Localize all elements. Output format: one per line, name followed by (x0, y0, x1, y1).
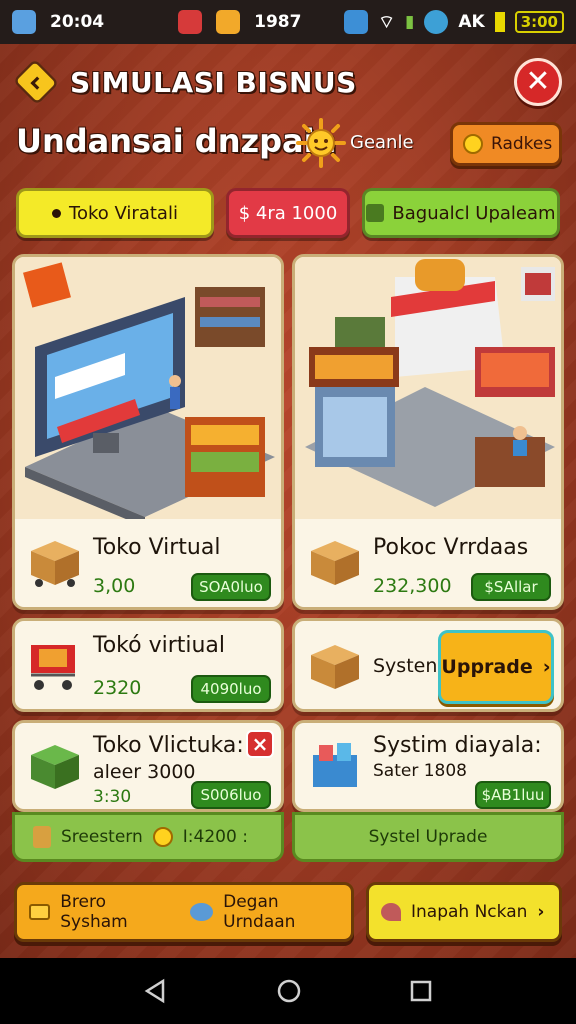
rewards-label: Radkes (491, 134, 553, 154)
coin-icon (152, 827, 173, 847)
signal-icon: ▮ (404, 12, 415, 32)
strip-value: I:4200 : (182, 827, 248, 847)
wifi-icon: ⌔ (378, 11, 395, 33)
back-button[interactable] (12, 58, 60, 106)
system-nav-bar (0, 958, 576, 1024)
business-system-button[interactable]: Brero Sysham Degan Urndaan (14, 882, 354, 942)
system-title: Systim diayala: (373, 733, 542, 758)
store-card-detail[interactable]: Toko Vlictuka: aleer 3000 3:30 S006luo (12, 720, 284, 812)
nine-app-icon (344, 10, 369, 34)
store-subtitle: aleer 3000 (93, 761, 196, 783)
rewards-button[interactable]: Radkes (450, 122, 562, 166)
heart-icon (381, 903, 401, 921)
page-subtitle: Undansai dnzpaia (16, 122, 337, 160)
chevron-right-icon: › (542, 656, 551, 678)
store-card-right[interactable]: Pokoc Vrrdaas 232,300 $SAllar (292, 254, 564, 610)
store-card-left[interactable]: Toko Virtual 3,00 SOA0luo (12, 254, 284, 610)
sun-icon (296, 118, 346, 168)
store-value: 3:30 (93, 787, 132, 807)
package-icon (311, 645, 359, 689)
price-pill[interactable]: $AB1luu (475, 781, 551, 809)
store-title: Tokó virtiual (93, 633, 226, 658)
button-label: Brero Sysham (60, 892, 128, 932)
home-circle-icon[interactable] (276, 978, 302, 1004)
strip-text: Systel Uprade (368, 827, 488, 847)
package-icon (31, 541, 79, 587)
system-upgrade-strip[interactable]: Systel Uprade (292, 812, 564, 862)
store-title: Toko Virtual (93, 535, 221, 560)
box-icon (366, 204, 385, 222)
system-detail-card[interactable]: Systim diayala: Sater 1808 $AB1luu (292, 720, 564, 812)
piggy-bank-icon (190, 903, 214, 921)
price-pill[interactable]: SOA0luo (191, 573, 271, 601)
store-value: 232,300 (373, 575, 452, 597)
coin-stack-icon (33, 826, 51, 848)
system-subtitle: Sater 1808 (373, 761, 467, 781)
upgrade-label: Upprade (441, 656, 533, 678)
stack-icon (12, 10, 36, 34)
game-title: SIMULASI BISNUS (70, 66, 357, 99)
tab-money[interactable]: $ 4ra 1000 (226, 188, 350, 238)
close-button[interactable]: ✕ (514, 58, 562, 106)
earnings-strip[interactable]: Sreestern I:4200 : (12, 812, 284, 862)
sun-label: Geanle (350, 132, 414, 153)
system-label: Systen (373, 655, 438, 677)
battery-icon (494, 12, 505, 32)
package-icon (311, 541, 359, 585)
tab-label: Bagualcl Upaleam (392, 202, 556, 224)
button-label: Inapah Nckan (411, 902, 528, 922)
price-pill[interactable]: 4090luo (191, 675, 271, 703)
virtual-store-scene (15, 257, 281, 519)
coin-icon (463, 134, 483, 154)
button-label: Degan Urndaan (223, 892, 296, 932)
dot-icon (52, 208, 62, 218)
gold-bar-icon (29, 904, 51, 920)
price-pill[interactable]: S006luo (191, 781, 271, 809)
store-title: Toko Vlictuka: (93, 733, 244, 758)
chevron-left-icon (30, 76, 44, 90)
game-screen: SIMULASI BISNUS ✕ Undansai dnzpaia Geanl… (0, 44, 576, 958)
chevron-right-icon: › (537, 902, 545, 922)
status-time: 20:04 (50, 12, 105, 32)
store-title: Pokoc Vrrdaas (373, 535, 529, 560)
upgrade-button[interactable]: Upprade › (438, 630, 554, 704)
tab-upgrade[interactable]: Bagualcl Upaleam (362, 188, 560, 238)
next-button[interactable]: Inapah Nckan › (366, 882, 562, 942)
close-card-button[interactable]: × (246, 730, 274, 758)
shop-street-scene (295, 257, 561, 519)
status-clock: 3:00 (514, 11, 564, 33)
store-value: 2320 (93, 677, 142, 699)
tab-toko-virtual[interactable]: Toko Viratali (16, 188, 214, 238)
status-bar: 20:04 1987 ⌔ ▮ AK 3:00 (0, 0, 576, 44)
bluetooth-icon (424, 10, 449, 34)
back-triangle-icon[interactable] (143, 978, 169, 1004)
price-pill[interactable]: $SAllar (471, 573, 551, 601)
store-card-small[interactable]: Tokó virtiual 2320 4090luo (12, 618, 284, 712)
storage-bin-icon (313, 743, 357, 787)
shopping-cart-icon (31, 645, 75, 690)
tab-label: $ 4ra 1000 (238, 202, 338, 224)
store-value: 3,00 (93, 575, 136, 597)
tab-label: Toko Viratali (69, 202, 178, 224)
strip-text: Sreestern (61, 827, 143, 847)
status-label: AK (458, 12, 485, 32)
green-crate-icon (31, 745, 79, 789)
shield-icon (216, 10, 241, 34)
status-value: 1987 (254, 12, 302, 32)
recents-square-icon[interactable] (409, 979, 433, 1003)
app-badge-icon (178, 10, 203, 34)
